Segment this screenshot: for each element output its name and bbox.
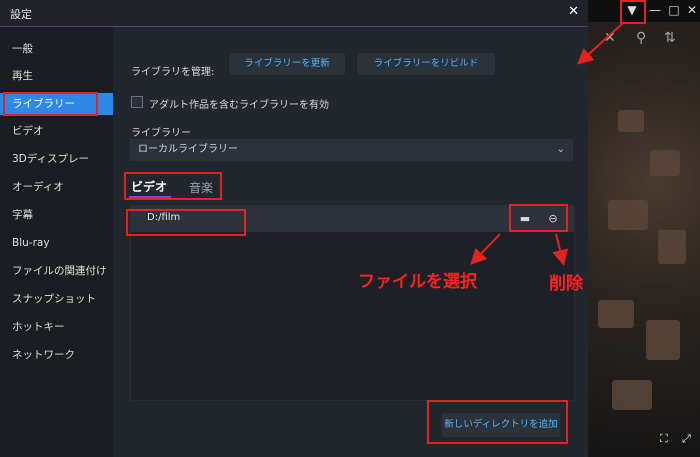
- arrow-from-menu: [577, 23, 623, 65]
- arrow-to-delete: [552, 233, 568, 266]
- annotation-arrows: [470, 23, 623, 266]
- arrow-to-select-file: [470, 233, 501, 265]
